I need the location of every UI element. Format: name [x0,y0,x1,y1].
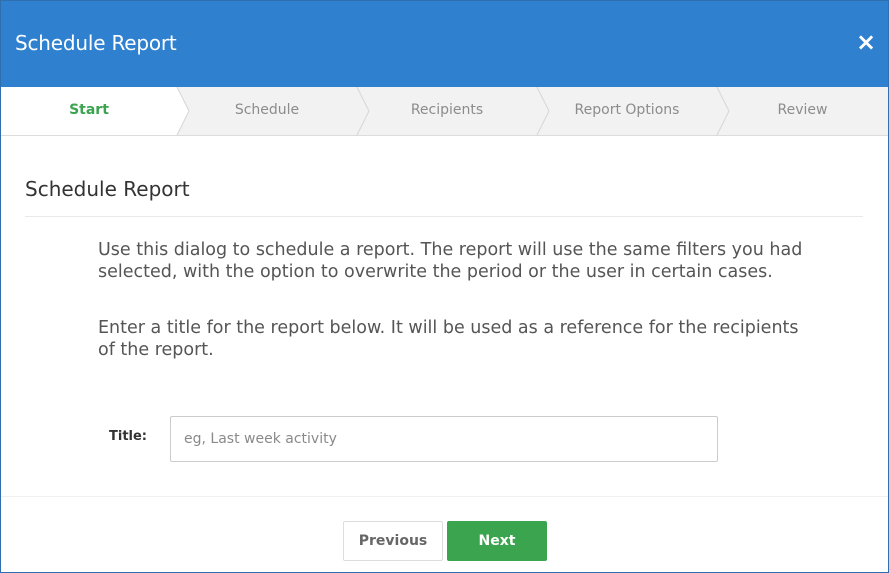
close-icon[interactable]: × [856,30,876,54]
section-divider [25,216,863,217]
wizard-steps: Start Schedule Recipients Report Options… [1,87,888,136]
step-recipients[interactable]: Recipients [357,87,537,135]
step-separator-chevron-icon [174,87,190,135]
step-separator-chevron-icon [716,87,730,135]
previous-button[interactable]: Previous [343,521,443,561]
title-label: Title: [109,429,148,444]
dialog-header: Schedule Report × [1,1,888,87]
dialog-title: Schedule Report [15,31,177,55]
step-schedule[interactable]: Schedule [177,87,357,135]
next-button[interactable]: Next [447,521,547,561]
step-report-options[interactable]: Report Options [537,87,717,135]
step-separator-chevron-icon [536,87,550,135]
step-review[interactable]: Review [717,87,888,135]
step-separator-chevron-icon [356,87,370,135]
footer-divider [1,496,888,497]
description-text: Use this dialog to schedule a report. Th… [98,240,803,282]
section-title: Schedule Report [25,177,190,201]
instruction-text: Enter a title for the report below. It w… [98,318,799,360]
step-start[interactable]: Start [1,87,177,135]
title-input[interactable] [170,416,718,462]
schedule-report-dialog: Schedule Report × Start Schedule Recipie… [0,0,889,573]
